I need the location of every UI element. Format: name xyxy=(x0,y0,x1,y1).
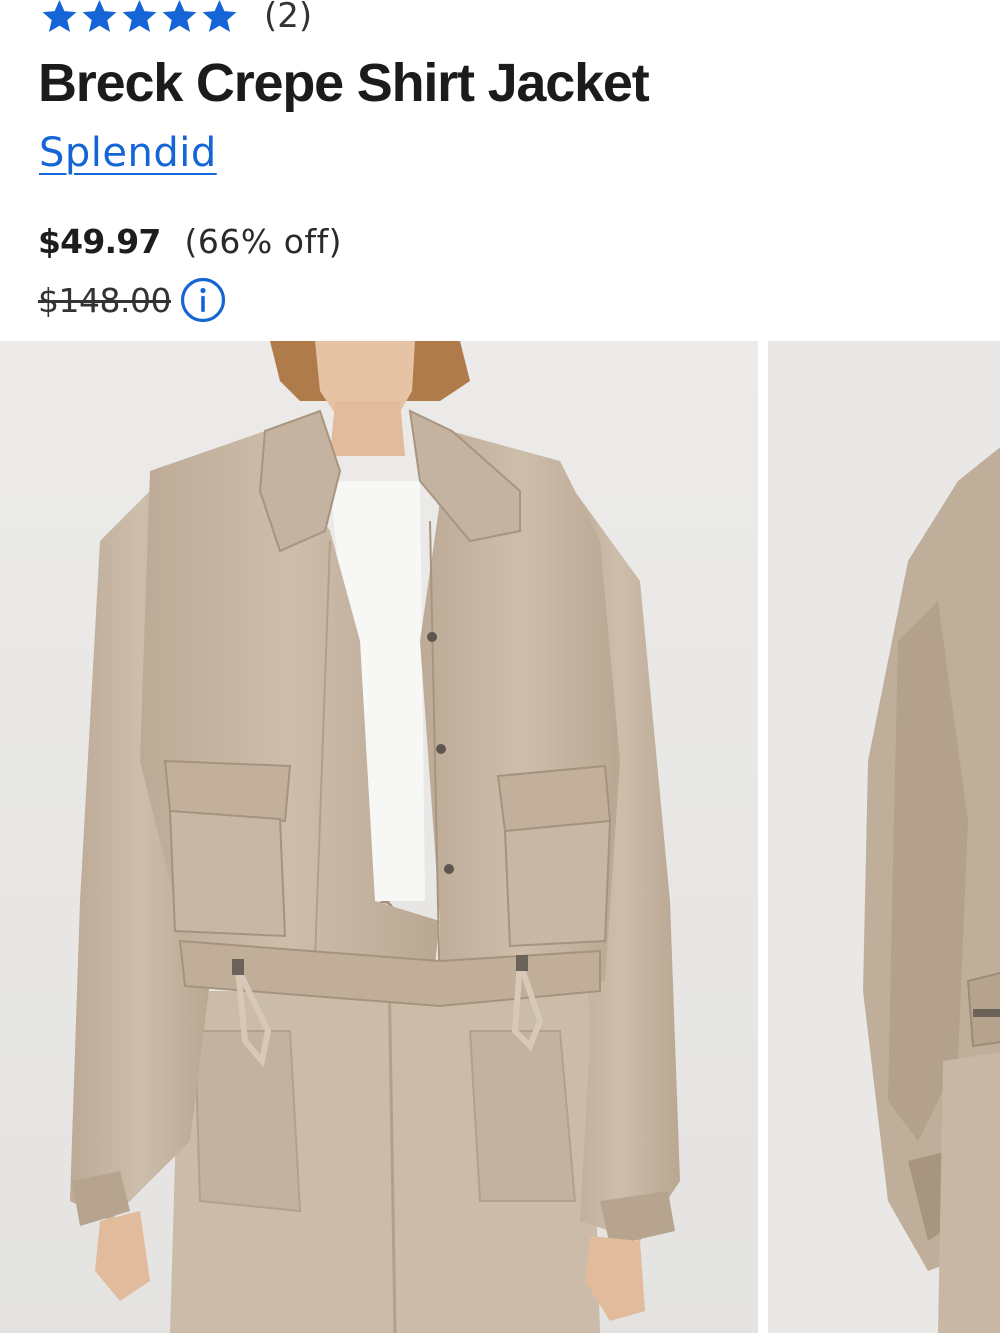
star-icon xyxy=(200,0,239,36)
price-row: $49.97 (66% off) xyxy=(38,222,342,261)
brand-link[interactable]: Splendid xyxy=(39,130,217,176)
star-icon xyxy=(160,0,199,36)
star-icon xyxy=(80,0,119,36)
star-rating xyxy=(40,0,240,36)
original-price-row: $148.00 xyxy=(38,276,227,324)
product-page: (2) Breck Crepe Shirt Jacket Splendid $4… xyxy=(0,0,1000,1333)
star-icon xyxy=(120,0,159,36)
sale-price: $49.97 xyxy=(38,222,161,261)
discount-percent: (66% off) xyxy=(184,222,343,261)
product-image-front[interactable] xyxy=(0,341,758,1333)
product-image-gallery[interactable] xyxy=(0,341,1000,1333)
rating-summary[interactable]: (2) xyxy=(40,0,312,38)
info-icon[interactable] xyxy=(179,276,227,324)
original-price: $148.00 xyxy=(38,280,171,320)
star-icon xyxy=(40,0,79,36)
product-image-side[interactable] xyxy=(768,341,1000,1333)
review-count[interactable]: (2) xyxy=(264,0,312,36)
product-title: Breck Crepe Shirt Jacket xyxy=(38,53,650,113)
